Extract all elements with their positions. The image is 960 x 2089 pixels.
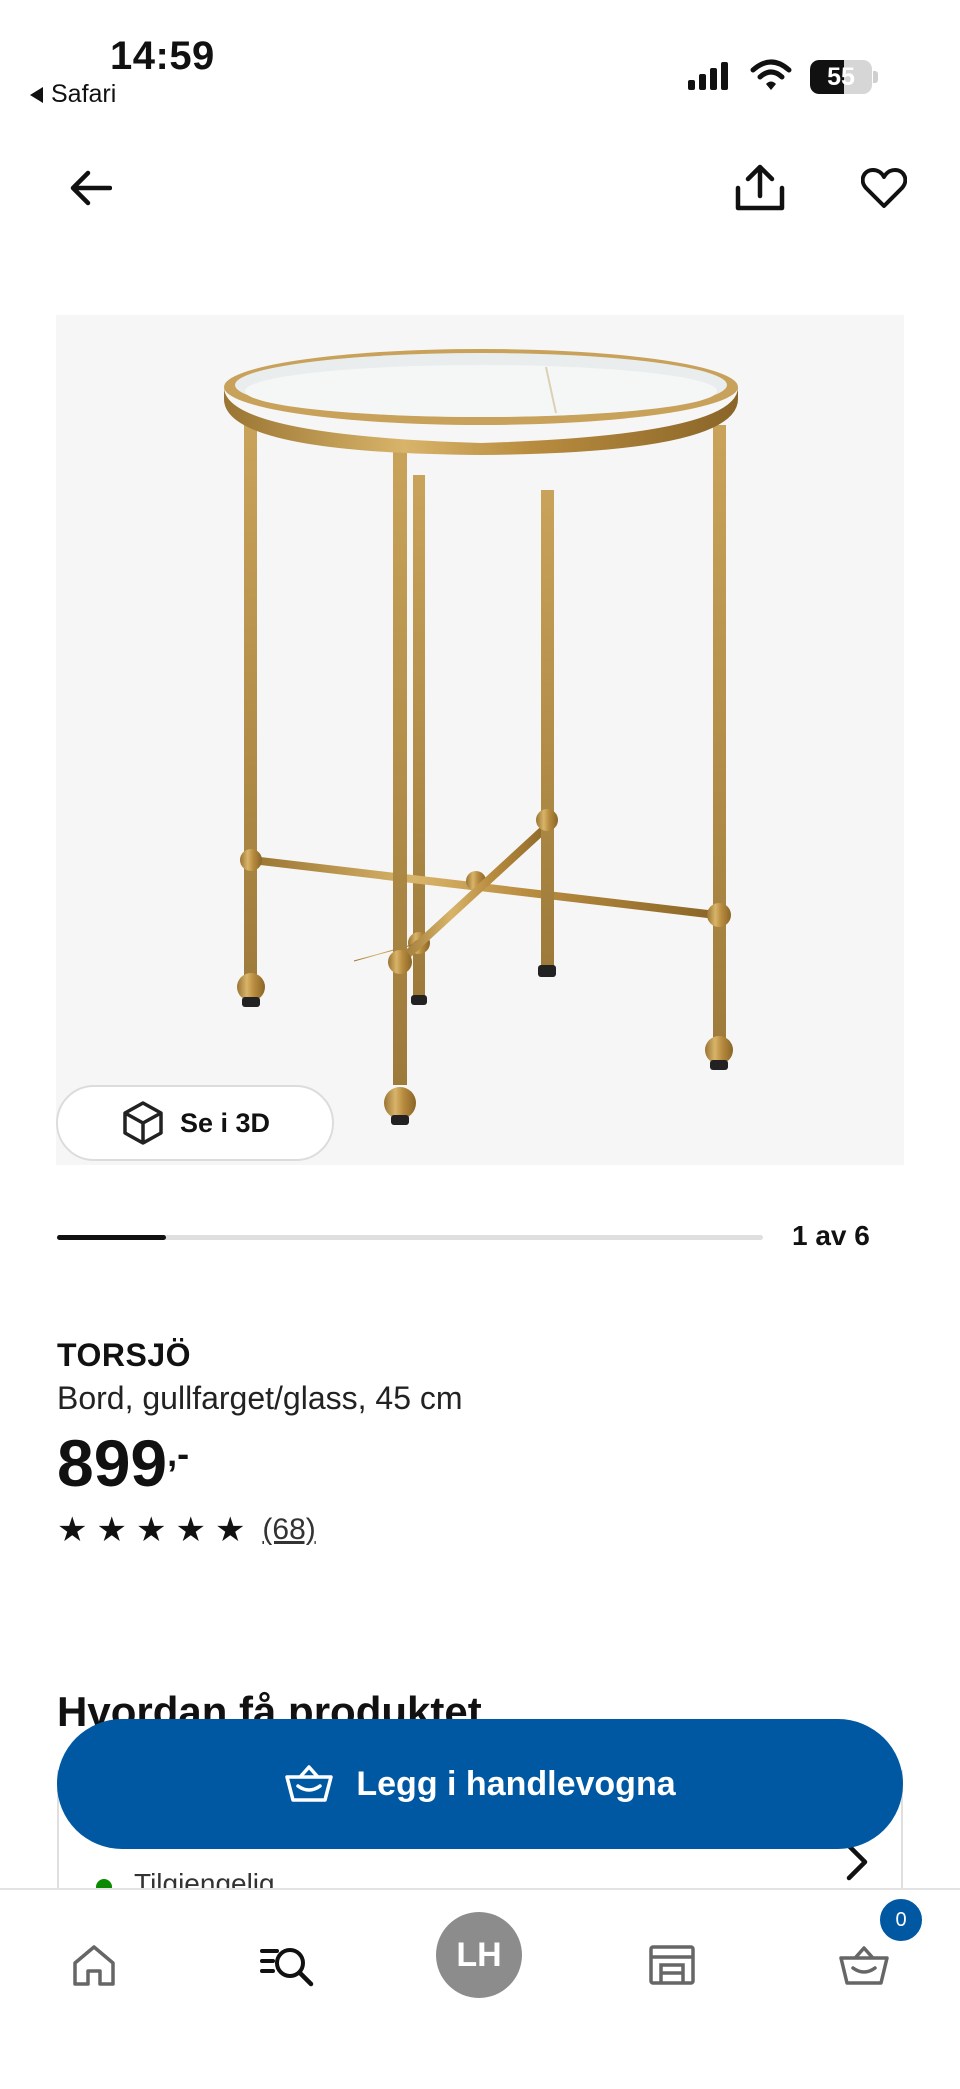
cart-icon [839, 1946, 889, 1985]
battery-level: 55 [827, 63, 855, 91]
profile-avatar: LH [436, 1912, 522, 1998]
star-icon: ★ [175, 1511, 206, 1549]
nav-stores[interactable] [640, 1930, 704, 2000]
nav-home[interactable] [62, 1930, 126, 2000]
favorite-button[interactable] [852, 160, 916, 216]
product-description: Bord, gullfarget/glass, 45 cm [57, 1380, 463, 1416]
nav-search[interactable] [252, 1930, 322, 2000]
battery-cap [873, 71, 878, 83]
heart-icon [861, 168, 907, 208]
wifi-icon [750, 59, 792, 90]
status-time: 14:59 [110, 34, 215, 78]
add-to-cart-label: Legg i handlevogna [356, 1764, 676, 1803]
star-icon: ★ [214, 1511, 246, 1549]
gallery-progress-fill [57, 1235, 167, 1240]
product-image[interactable] [56, 315, 904, 1165]
back-button[interactable] [60, 160, 120, 216]
store-icon [649, 1945, 695, 1985]
nav-cart[interactable] [832, 1930, 896, 2000]
basket-icon [285, 1765, 334, 1802]
search-icon [260, 1948, 314, 1987]
share-button[interactable] [728, 160, 792, 216]
price-value: 899 [57, 1426, 168, 1500]
add-to-cart-button[interactable]: Legg i handlevogna [57, 1719, 903, 1849]
battery-icon: 55 [810, 60, 872, 94]
cellular-signal-icon [688, 62, 728, 90]
gold-side-table-illustration [224, 349, 738, 1125]
product-brand: TORSJÖ [57, 1337, 191, 1373]
share-icon [735, 164, 785, 211]
star-icon: ★ [57, 1511, 88, 1549]
product-price: 899 ,- [57, 1425, 189, 1501]
back-triangle-icon [30, 86, 43, 103]
nav-profile[interactable]: LH [436, 1912, 522, 1998]
bottom-navigation: LH [0, 1888, 960, 2089]
cube-3d-icon [123, 1101, 163, 1145]
star-icon: ★ [96, 1511, 127, 1549]
price-suffix: ,- [167, 1433, 190, 1474]
cart-count-badge: 0 [878, 1897, 924, 1943]
back-to-safari[interactable]: Safari [30, 80, 116, 109]
home-icon [73, 1945, 115, 1986]
product-rating[interactable]: ★ ★ ★ ★ ★ (68) [57, 1513, 316, 1547]
review-count-link[interactable]: (68) [262, 1513, 315, 1547]
view-in-3d-button[interactable]: Se i 3D [56, 1085, 334, 1161]
gallery-counter: 1 av 6 [792, 1220, 870, 1251]
arrow-left-icon [70, 170, 112, 206]
star-icon: ★ [135, 1511, 167, 1549]
view-in-3d-label: Se i 3D [179, 1107, 271, 1138]
back-app-label: Safari [51, 80, 117, 108]
gallery-progress-bar [57, 1235, 763, 1240]
